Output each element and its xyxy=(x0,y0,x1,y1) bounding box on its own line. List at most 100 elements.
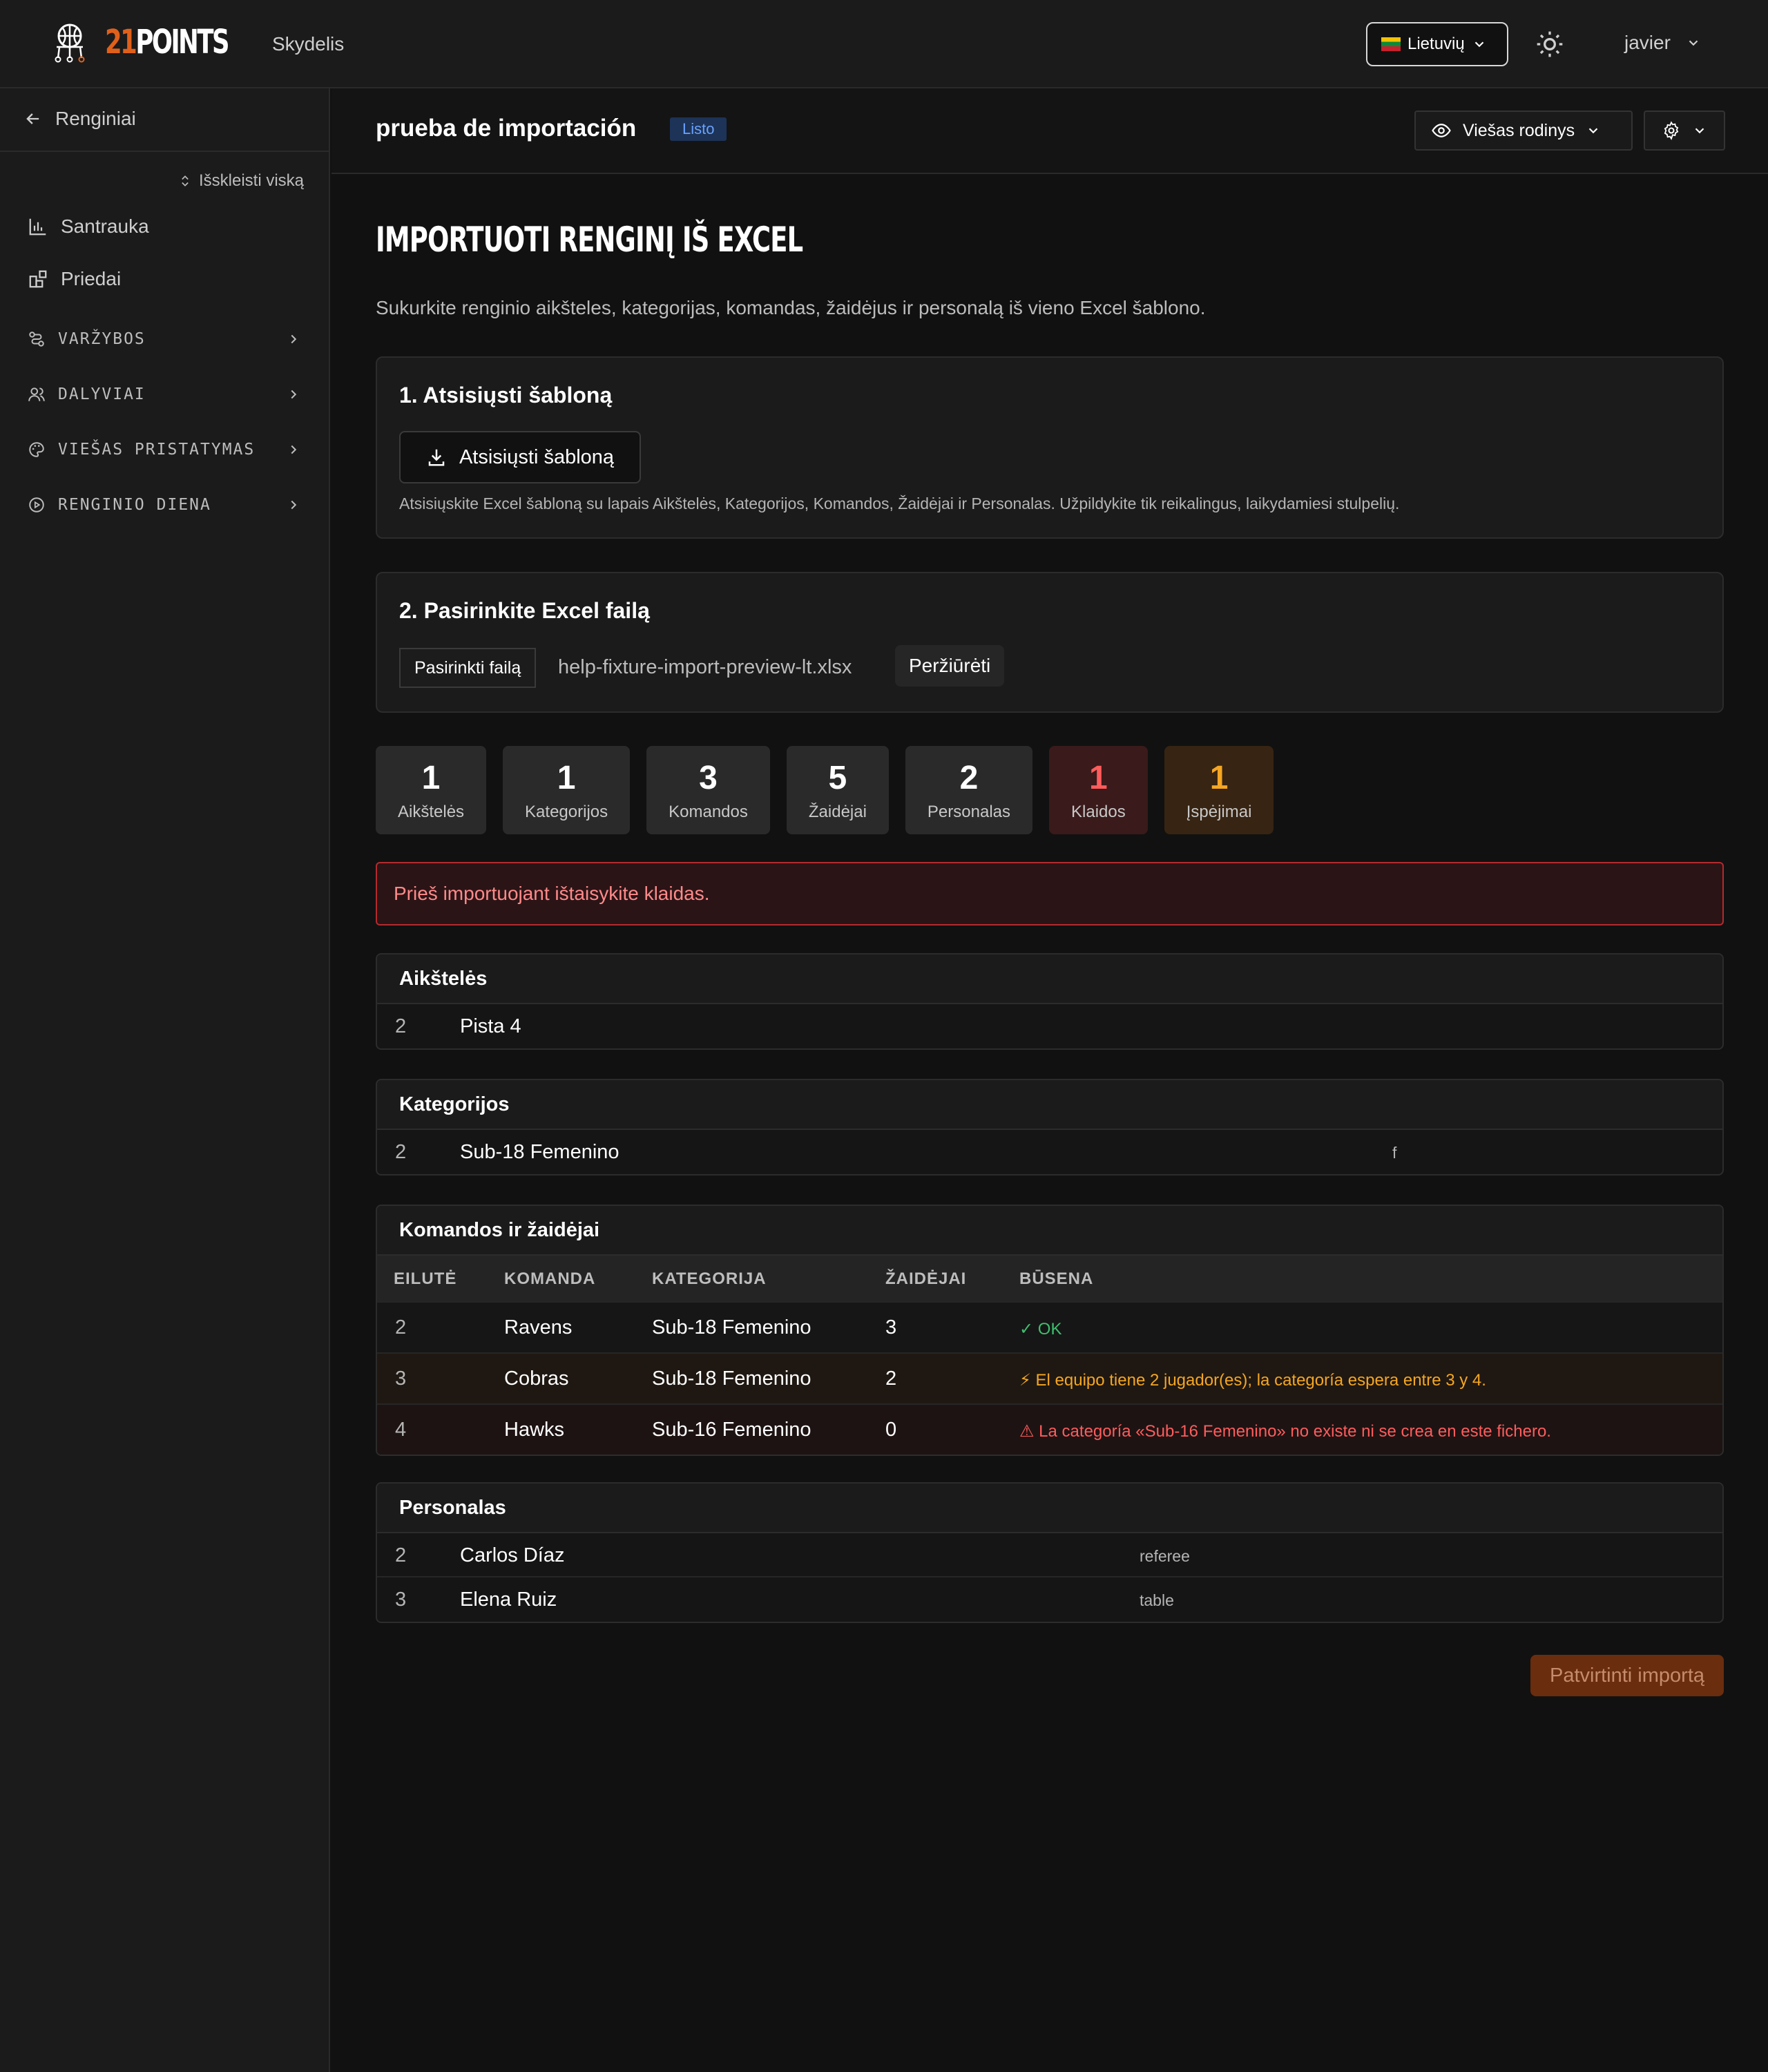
player-count: 0 xyxy=(885,1419,897,1441)
status-badge: Listo xyxy=(670,117,727,141)
stat-label: Aikštelės xyxy=(398,803,465,821)
stat-value: 1 xyxy=(1089,760,1108,796)
team-category: Sub-16 Femenino xyxy=(652,1419,811,1441)
back-label: Renginiai xyxy=(55,108,136,129)
stat-label: Personalas xyxy=(927,803,1010,821)
stat-teams: 3 Komandos xyxy=(646,746,770,834)
team-name: Ravens xyxy=(504,1316,573,1339)
chevron-down-icon xyxy=(1689,40,1698,46)
chevron-down-icon xyxy=(1474,41,1484,48)
team-name: Hawks xyxy=(504,1419,565,1441)
sidebar-item-addons[interactable]: Priedai xyxy=(28,268,121,290)
basketball-logo-icon xyxy=(55,23,85,63)
col-row: EILUTĖ xyxy=(394,1269,457,1288)
list-item: 3 Elena Ruiz table xyxy=(377,1577,1722,1622)
sidebar-group-participants[interactable]: DALYVIAI xyxy=(28,385,301,403)
expand-all-label: Išskleisti viską xyxy=(198,171,304,190)
stat-value: 3 xyxy=(699,760,718,796)
team-category: Sub-18 Femenino xyxy=(652,1368,811,1390)
step2-title: 2. Pasirinkite Excel failą xyxy=(399,598,650,623)
row-number: 2 xyxy=(395,1015,407,1037)
settings-menu-button[interactable] xyxy=(1644,111,1725,151)
col-players: ŽAIDĖJAI xyxy=(885,1269,967,1288)
choose-file-button[interactable]: Pasirinkti failą xyxy=(399,648,537,688)
import-stats: 1 Aikštelės 1 Kategorijos 3 Komandos 5 Ž… xyxy=(376,746,1274,834)
page-subtitle: Sukurkite renginio aikšteles, kategorija… xyxy=(376,297,1206,318)
download-template-button[interactable]: Atsisiųsti šabloną xyxy=(399,431,641,483)
app-logo[interactable]: 21POINTS xyxy=(48,21,255,64)
event-title: prueba de importación xyxy=(376,115,637,142)
nav-dashboard-link[interactable]: Skydelis xyxy=(272,33,344,55)
stat-label: Klaidos xyxy=(1071,803,1126,821)
row-number: 2 xyxy=(395,1141,407,1163)
stat-label: Komandos xyxy=(669,803,748,821)
row-status: ⚡ El equipo tiene 2 jugador(es); la cate… xyxy=(1019,1371,1486,1390)
download-icon xyxy=(428,449,445,466)
sidebar-group-matches[interactable]: VARŽYBOS xyxy=(28,330,301,348)
staff-name: Carlos Díaz xyxy=(460,1544,565,1566)
expand-all-button[interactable]: Išskleisti viską xyxy=(178,171,304,191)
sidebar-group-label: VARŽYBOS xyxy=(58,330,146,348)
addons-icon xyxy=(29,270,47,288)
chevrons-up-down-icon xyxy=(182,175,189,186)
user-menu[interactable]: javier xyxy=(1624,32,1701,54)
courts-title: Aikštelės xyxy=(377,955,1722,1004)
table-row: 4 Hawks Sub-16 Femenino 0 ⚠ La categoría… xyxy=(377,1403,1722,1455)
sidebar: Renginiai Išskleisti viską Santrauka Pri… xyxy=(0,88,330,2072)
preview-button[interactable]: Peržiūrėti xyxy=(895,645,1005,687)
team-category: Sub-18 Femenino xyxy=(652,1316,811,1339)
teams-table-header: EILUTĖ KOMANDA KATEGORIJA ŽAIDĖJAI BŪSEN… xyxy=(377,1256,1722,1301)
chevron-down-icon xyxy=(1588,128,1598,134)
sidebar-group-event-day[interactable]: RENGINIO DIENA xyxy=(28,496,301,514)
category-name: Sub-18 Femenino xyxy=(460,1141,619,1163)
selected-file-name: help-fixture-import-preview-lt.xlsx xyxy=(558,656,852,678)
stat-value: 2 xyxy=(959,760,979,796)
stat-value: 1 xyxy=(421,760,441,796)
stat-value: 1 xyxy=(1209,760,1229,796)
staff-role: referee xyxy=(1140,1547,1190,1565)
row-number: 2 xyxy=(395,1316,407,1339)
step-select-file: 2. Pasirinkite Excel failą Pasirinkti fa… xyxy=(376,572,1724,713)
stat-players: 5 Žaidėjai xyxy=(786,746,889,834)
language-label: Lietuvių xyxy=(1407,35,1465,53)
category-gender: f xyxy=(1392,1144,1397,1162)
lithuania-flag-icon xyxy=(1381,37,1401,51)
chevron-down-icon xyxy=(1695,128,1704,134)
list-item: 2 Pista 4 xyxy=(377,1004,1722,1048)
stat-errors: 1 Klaidos xyxy=(1049,746,1148,834)
event-header: prueba de importación Listo Viešas rodin… xyxy=(332,88,1768,174)
categories-section: Kategorijos 2 Sub-18 Femenino f xyxy=(376,1079,1724,1176)
col-status: BŪSENA xyxy=(1019,1269,1094,1288)
table-row: 3 Cobras Sub-18 Femenino 2 ⚡ El equipo t… xyxy=(377,1352,1722,1403)
download-template-label: Atsisiųsti šabloną xyxy=(459,445,615,468)
sidebar-item-summary[interactable]: Santrauka xyxy=(28,215,149,238)
page-title: IMPORTUOTI RENGINĮ IŠ EXCEL xyxy=(376,220,803,260)
row-number: 4 xyxy=(395,1419,407,1441)
play-circle-icon xyxy=(29,497,44,512)
staff-section: Personalas 2 Carlos Díaz referee 3 Elena… xyxy=(376,1482,1724,1623)
teams-section: Komandos ir žaidėjai EILUTĖ KOMANDA KATE… xyxy=(376,1205,1724,1456)
confirm-import-button[interactable]: Patvirtinti importą xyxy=(1530,1655,1724,1696)
error-alert: Prieš importuojant ištaisykite klaidas. xyxy=(376,862,1724,925)
sidebar-item-label: Priedai xyxy=(61,268,122,289)
categories-title: Kategorijos xyxy=(377,1080,1722,1130)
language-select[interactable]: Lietuvių xyxy=(1366,22,1508,66)
row-number: 3 xyxy=(395,1368,407,1390)
chevron-right-icon xyxy=(291,445,297,454)
col-team: KOMANDA xyxy=(504,1269,596,1288)
sidebar-item-label: Santrauka xyxy=(61,215,149,237)
chevron-right-icon xyxy=(291,334,297,344)
palette-icon xyxy=(29,442,44,457)
public-view-label: Viešas rodinys xyxy=(1463,120,1575,140)
logo-wordmark: 21POINTS xyxy=(105,23,230,61)
col-category: KATEGORIJA xyxy=(652,1269,767,1288)
public-view-button[interactable]: Viešas rodinys xyxy=(1414,111,1633,151)
stat-label: Žaidėjai xyxy=(808,803,867,821)
row-number: 3 xyxy=(395,1589,407,1611)
stat-value: 5 xyxy=(828,760,847,796)
list-item: 2 Sub-18 Femenino f xyxy=(377,1130,1722,1174)
back-to-events-link[interactable]: Renginiai xyxy=(23,108,136,130)
gear-icon xyxy=(1664,121,1679,140)
theme-toggle-sun-icon[interactable] xyxy=(1535,29,1565,59)
sidebar-group-public-presentation[interactable]: VIEŠAS PRISTATYMAS xyxy=(28,441,301,459)
